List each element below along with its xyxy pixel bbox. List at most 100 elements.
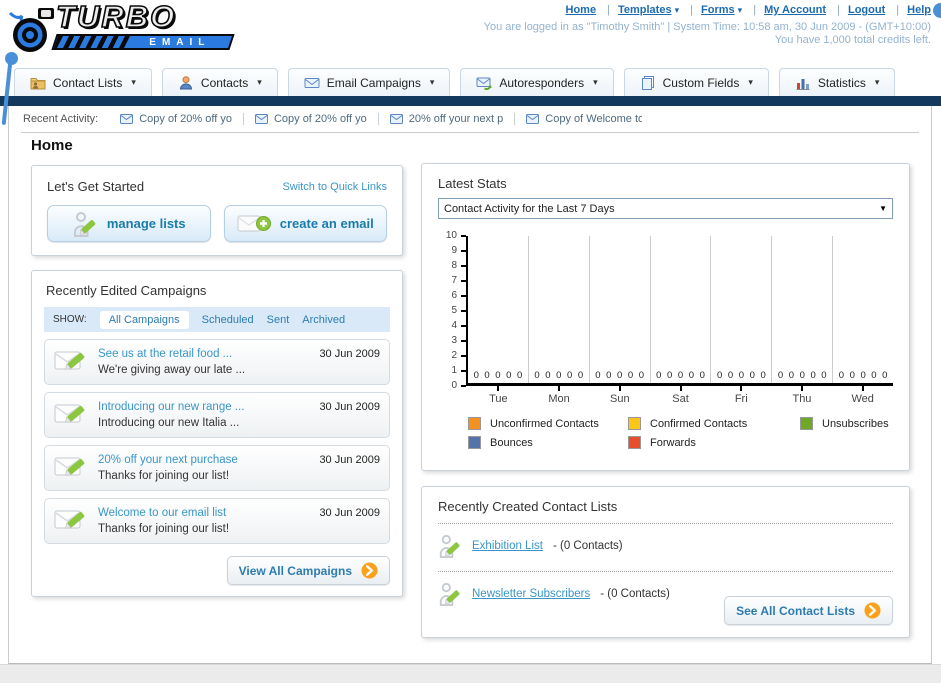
contact-list-count: - (0 Contacts)	[552, 540, 623, 552]
campaign-list-item[interactable]: 20% off your next purchase Thanks for joi…	[44, 445, 390, 491]
arrow-circle-icon	[864, 602, 881, 619]
envelope-plus-icon	[237, 215, 271, 231]
tab-label: Autoresponders	[499, 75, 585, 90]
recent-activity-item[interactable]: Copy of Welcome to	[526, 113, 642, 125]
create-email-button[interactable]: create an email	[223, 205, 387, 242]
dropdown-arrow-icon: ▾	[131, 77, 136, 87]
recent-activity-text: Copy of Welcome to	[545, 112, 643, 125]
bar-value-label: 0	[473, 370, 479, 381]
recent-activity-text: Copy of 20% off yo	[139, 112, 232, 125]
campaign-date: 30 Jun 2009	[319, 507, 380, 519]
custom-fields-icon	[641, 75, 654, 90]
bar-value-label: 0	[688, 370, 695, 381]
logo-subtitle: EMAIL	[149, 36, 211, 48]
y-tick-mark	[461, 310, 466, 312]
tab-contacts[interactable]: Contacts ▾	[161, 68, 278, 96]
filter-all-campaigns[interactable]: All Campaigns	[99, 310, 189, 329]
logo-title: TURBO	[55, 0, 177, 35]
contact-list-name-link[interactable]: Exhibition List	[472, 540, 543, 552]
email-campaigns-icon	[304, 77, 320, 88]
legend-swatch	[800, 417, 813, 430]
bar-value-label: 0	[738, 370, 745, 381]
turbo-icon	[8, 8, 54, 52]
dropdown-arrow-icon: ▾	[748, 77, 753, 87]
get-started-panel: Let's Get Started Switch to Quick Links …	[31, 165, 403, 256]
tab-autoresponders[interactable]: Autoresponders ▾	[460, 68, 614, 96]
view-all-campaigns-label: View All Campaigns	[238, 563, 352, 578]
tab-email-campaigns[interactable]: Email Campaigns ▾	[287, 68, 451, 96]
bar-value-label: 0	[656, 370, 662, 381]
nav-link-help[interactable]: Help	[907, 4, 931, 16]
envelope-pencil-icon	[54, 510, 85, 529]
nav-link-logout[interactable]: Logout	[848, 4, 885, 16]
recent-activity-item[interactable]: Copy of 20% off yo	[120, 112, 244, 125]
logo-banner: EMAIL	[51, 34, 235, 50]
nav-link-home[interactable]: Home	[566, 4, 597, 16]
statistics-icon	[796, 78, 810, 90]
legend-swatch	[468, 436, 481, 449]
divider	[21, 132, 919, 133]
legend-label: Bounces	[490, 436, 533, 449]
envelope-icon	[120, 113, 134, 124]
campaign-title-link[interactable]: Introducing our new range ...	[98, 399, 311, 415]
nav-link-templates[interactable]: Templates	[618, 4, 672, 16]
recent-activity-item[interactable]: 20% off your next p	[389, 112, 516, 125]
nav-link-forms[interactable]: Forms	[701, 4, 735, 16]
campaign-list-item[interactable]: See us at the retail food ... We're givin…	[44, 339, 390, 385]
chart-day-group: 00000	[590, 236, 651, 383]
y-tick-mark	[461, 265, 466, 267]
app-logo[interactable]: TURBO EMAIL	[8, 0, 248, 61]
campaign-subtitle: Thanks for joining our list!	[98, 470, 230, 482]
credits-status-text: You have 1,000 total credits left.	[774, 34, 931, 46]
filter-sent[interactable]: Sent	[267, 314, 290, 326]
campaign-list-item[interactable]: Welcome to our email list Thanks for join…	[44, 498, 390, 544]
campaign-subtitle: Thanks for joining our list!	[98, 523, 230, 535]
annotation-pin-icon	[933, 3, 941, 18]
campaign-title-link[interactable]: Welcome to our email list	[98, 505, 311, 521]
x-axis-label: Fri	[711, 386, 772, 405]
campaign-list-item[interactable]: Introducing our new range ... Introducing…	[44, 392, 390, 438]
dropdown-arrow-icon: ▾	[257, 77, 262, 87]
y-tick-mark	[461, 295, 466, 297]
campaign-title-link[interactable]: 20% off your next purchase	[98, 452, 311, 468]
filter-archived[interactable]: Archived	[302, 314, 345, 326]
envelope-icon	[526, 113, 540, 124]
nav-link-my-account[interactable]: My Account	[764, 4, 826, 16]
y-axis-label: 7	[451, 275, 457, 286]
bar-value-label: 0	[788, 370, 795, 381]
bar-value-label: 0	[638, 370, 645, 381]
bar-value-label: 0	[495, 370, 501, 381]
legend-label: Unconfirmed Contacts	[490, 417, 599, 430]
envelope-pencil-icon	[54, 404, 85, 423]
legend-label: Unsubscribes	[822, 417, 889, 430]
bar-value-label: 0	[717, 370, 723, 381]
see-all-contact-lists-button[interactable]: See All Contact Lists	[724, 596, 893, 625]
legend-swatch	[628, 436, 641, 449]
latest-stats-title: Latest Stats	[438, 176, 507, 191]
filter-scheduled[interactable]: Scheduled	[202, 314, 254, 326]
bar-value-label: 0	[567, 370, 573, 381]
y-axis-label: 8	[451, 260, 457, 271]
campaigns-panel: Recently Edited Campaigns SHOW: All Camp…	[31, 270, 403, 597]
tab-custom-fields[interactable]: Custom Fields ▾	[623, 68, 769, 96]
contact-list-name-link[interactable]: Newsletter Subscribers	[472, 588, 590, 600]
bar-value-label: 0	[484, 370, 490, 381]
campaigns-title: Recently Edited Campaigns	[46, 283, 207, 298]
chart-day-group: 00000	[529, 236, 590, 383]
bar-value-label: 0	[882, 370, 888, 381]
chart-day-group: 00000	[833, 236, 893, 383]
switch-quick-links-link[interactable]: Switch to Quick Links	[282, 181, 387, 193]
manage-lists-button[interactable]: manage lists	[47, 205, 211, 242]
contact-list-item[interactable]: Exhibition List - (0 Contacts)	[438, 530, 893, 562]
legend-label: Forwards	[650, 436, 696, 449]
recent-activity-item[interactable]: Copy of 20% off yo	[254, 112, 379, 125]
campaign-title-link[interactable]: See us at the retail food ...	[98, 346, 311, 362]
stats-report-dropdown[interactable]: Contact Activity for the Last 7 Days ▼	[438, 198, 893, 219]
campaign-subtitle: Introducing our new Italia ...	[98, 417, 240, 429]
chart-day-group: 00000	[468, 236, 529, 383]
view-all-campaigns-button[interactable]: View All Campaigns	[226, 556, 390, 585]
bar-value-label: 0	[595, 370, 601, 381]
tab-statistics[interactable]: Statistics ▾	[778, 68, 896, 96]
tab-contact-lists[interactable]: Contact Lists ▾	[14, 68, 152, 96]
dropdown-arrow-icon: ▾	[674, 5, 680, 15]
